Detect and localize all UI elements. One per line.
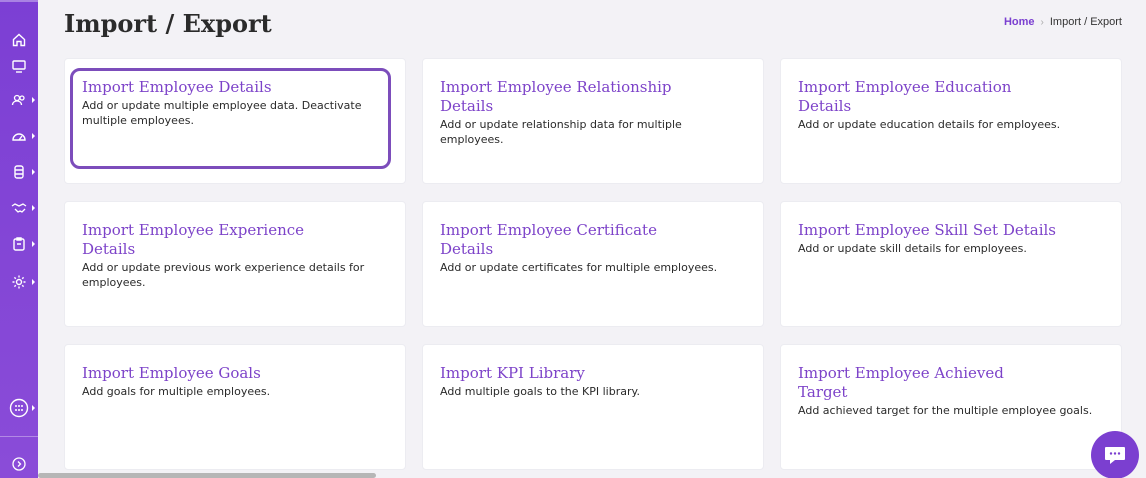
card-title[interactable]: Import Employee Goals bbox=[82, 364, 342, 383]
card-title[interactable]: Import Employee Experience Details bbox=[82, 221, 342, 259]
card-description: Add or update relationship data for mult… bbox=[440, 118, 682, 146]
apps-grid-icon[interactable] bbox=[0, 396, 38, 420]
card-import-kpi-library[interactable]: Import KPI Library Add multiple goals to… bbox=[422, 344, 764, 470]
expand-arrow-icon[interactable] bbox=[0, 452, 38, 476]
card-import-employee-goals[interactable]: Import Employee Goals Add goals for mult… bbox=[64, 344, 406, 470]
card-description: Add or update multiple employee data. De… bbox=[82, 99, 362, 127]
card-import-employee-certificate-details[interactable]: Import Employee Certificate Details Add … bbox=[422, 201, 764, 327]
card-import-employee-skill-set-details[interactable]: Import Employee Skill Set Details Add or… bbox=[780, 201, 1122, 327]
sidebar-top-divider bbox=[0, 0, 38, 2]
card-description: Add achieved target for the multiple emp… bbox=[798, 404, 1093, 417]
breadcrumb-current: Import / Export bbox=[1049, 16, 1122, 28]
card-import-employee-experience-details[interactable]: Import Employee Experience Details Add o… bbox=[64, 201, 406, 327]
database-icon[interactable] bbox=[0, 160, 38, 184]
card-import-employee-relationship-details[interactable]: Import Employee Relationship Details Add… bbox=[422, 58, 764, 184]
card-import-employee-details[interactable]: Import Employee Details Add or update mu… bbox=[64, 58, 406, 184]
chat-support-button[interactable] bbox=[1091, 431, 1139, 478]
card-description: Add multiple goals to the KPI library. bbox=[440, 385, 640, 398]
card-import-employee-education-details[interactable]: Import Employee Education Details Add or… bbox=[780, 58, 1122, 184]
sidebar bbox=[0, 0, 38, 478]
card-title[interactable]: Import Employee Education Details bbox=[798, 78, 1058, 116]
users-icon[interactable] bbox=[0, 88, 38, 112]
page-title: Import / Export bbox=[64, 9, 272, 38]
card-description: Add or update certificates for multiple … bbox=[440, 261, 718, 274]
dashboard-gauge-icon[interactable] bbox=[0, 124, 38, 148]
settings-icon[interactable] bbox=[0, 270, 38, 294]
card-title[interactable]: Import Employee Details bbox=[82, 78, 342, 97]
card-title[interactable]: Import Employee Certificate Details bbox=[440, 221, 700, 259]
sidebar-bottom-divider bbox=[0, 436, 38, 437]
card-import-employee-achieved-target[interactable]: Import Employee Achieved Target Add achi… bbox=[780, 344, 1122, 470]
breadcrumb: Home › Import / Export bbox=[1004, 16, 1122, 28]
card-description: Add or update education details for empl… bbox=[798, 118, 1061, 131]
monitor-icon[interactable] bbox=[0, 54, 38, 78]
horizontal-scrollbar[interactable] bbox=[38, 473, 376, 478]
clipboard-icon[interactable] bbox=[0, 232, 38, 256]
card-description: Add goals for multiple employees. bbox=[82, 385, 271, 398]
card-title[interactable]: Import Employee Relationship Details bbox=[440, 78, 700, 116]
card-title[interactable]: Import Employee Skill Set Details bbox=[798, 221, 1058, 240]
breadcrumb-separator: › bbox=[1040, 16, 1044, 28]
handshake-icon[interactable] bbox=[0, 196, 38, 220]
chat-bubble-icon bbox=[1105, 447, 1125, 464]
card-description: Add or update skill details for employee… bbox=[798, 242, 1027, 255]
breadcrumb-home-link[interactable]: Home bbox=[1004, 16, 1035, 28]
card-title[interactable]: Import KPI Library bbox=[440, 364, 700, 383]
card-title[interactable]: Import Employee Achieved Target bbox=[798, 364, 1058, 402]
home-icon[interactable] bbox=[0, 28, 38, 52]
card-description: Add or update previous work experience d… bbox=[82, 261, 365, 289]
